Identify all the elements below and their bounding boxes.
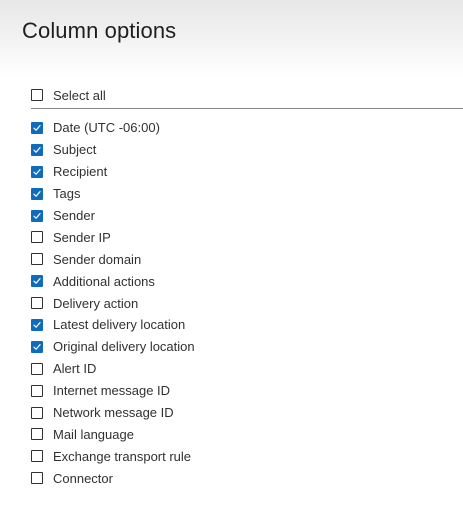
column-option-row[interactable]: Internet message ID — [31, 380, 451, 402]
column-option-row[interactable]: Sender domain — [31, 248, 451, 270]
select-all-row[interactable]: Select all — [31, 85, 463, 105]
column-option-row[interactable]: Exchange transport rule — [31, 445, 451, 467]
checkmark-icon — [33, 321, 41, 328]
column-option-label: Network message ID — [53, 405, 174, 421]
column-list: Date (UTC -06:00) Subject Recipient Tags Sen… — [31, 117, 451, 489]
column-option-checkbox[interactable] — [31, 231, 43, 244]
column-option-checkbox[interactable] — [31, 406, 43, 419]
column-option-label: Additional actions — [53, 273, 155, 289]
column-option-label: Date (UTC -06:00) — [53, 120, 160, 136]
checkmark-icon — [33, 146, 41, 153]
column-option-label: Recipient — [53, 164, 108, 180]
checkmark-icon — [33, 343, 41, 350]
column-option-checkbox[interactable] — [31, 384, 43, 397]
column-option-row[interactable]: Delivery action — [31, 292, 451, 314]
column-option-row[interactable]: Alert ID — [31, 358, 451, 380]
divider — [31, 108, 463, 109]
column-option-label: Exchange transport rule — [53, 448, 192, 464]
column-option-row[interactable]: Sender IP — [31, 226, 451, 248]
column-option-checkbox[interactable] — [31, 165, 43, 178]
checkmark-icon — [33, 190, 41, 197]
select-all-checkbox[interactable] — [31, 89, 43, 101]
column-option-label: Sender — [53, 208, 95, 223]
column-option-checkbox[interactable] — [31, 297, 43, 310]
column-option-row[interactable]: Network message ID — [31, 402, 451, 424]
column-option-checkbox[interactable] — [31, 143, 43, 156]
column-options-panel: Column options Select all Date (UTC -06:… — [0, 0, 463, 515]
column-option-label: Original delivery location — [53, 339, 195, 355]
column-option-checkbox[interactable] — [31, 275, 43, 288]
column-option-row[interactable]: Tags — [31, 183, 451, 205]
panel-title: Column options — [22, 18, 177, 43]
column-option-label: Subject — [53, 142, 97, 158]
column-option-label: Sender IP — [53, 229, 111, 245]
column-option-label: Tags — [53, 186, 81, 202]
column-option-row[interactable]: Subject — [31, 139, 451, 161]
checkmark-icon — [33, 212, 41, 219]
column-option-label: Alert ID — [53, 361, 97, 377]
column-option-row[interactable]: Sender — [31, 205, 451, 227]
column-option-row[interactable]: Original delivery location — [31, 336, 451, 358]
column-option-row[interactable]: Connector — [31, 467, 451, 489]
column-option-checkbox[interactable] — [31, 253, 43, 266]
column-option-row[interactable]: Mail language — [31, 423, 451, 445]
column-option-checkbox[interactable] — [31, 340, 43, 353]
column-option-label: Internet message ID — [53, 383, 171, 399]
column-option-label: Sender domain — [53, 251, 142, 267]
column-option-checkbox[interactable] — [31, 450, 43, 463]
checkmark-icon — [33, 278, 41, 284]
column-option-label: Mail language — [53, 426, 134, 442]
checkmark-icon — [33, 124, 41, 131]
column-option-checkbox[interactable] — [31, 209, 43, 222]
column-option-label: Connector — [53, 470, 113, 486]
column-option-checkbox[interactable] — [31, 318, 43, 331]
column-option-row[interactable]: Date (UTC -06:00) — [31, 117, 451, 139]
select-all-label: Select all — [53, 87, 106, 103]
column-option-label: Delivery action — [53, 295, 139, 311]
column-option-checkbox[interactable] — [31, 121, 43, 134]
column-option-checkbox[interactable] — [31, 187, 43, 200]
column-option-row[interactable]: Latest delivery location — [31, 314, 451, 336]
checkmark-icon — [33, 168, 41, 175]
column-option-row[interactable]: Recipient — [31, 161, 451, 183]
column-option-checkbox[interactable] — [31, 428, 43, 441]
column-option-row[interactable]: Additional actions — [31, 270, 451, 292]
column-option-checkbox[interactable] — [31, 362, 43, 375]
column-option-checkbox[interactable] — [31, 472, 43, 485]
column-option-label: Latest delivery location — [53, 317, 186, 333]
